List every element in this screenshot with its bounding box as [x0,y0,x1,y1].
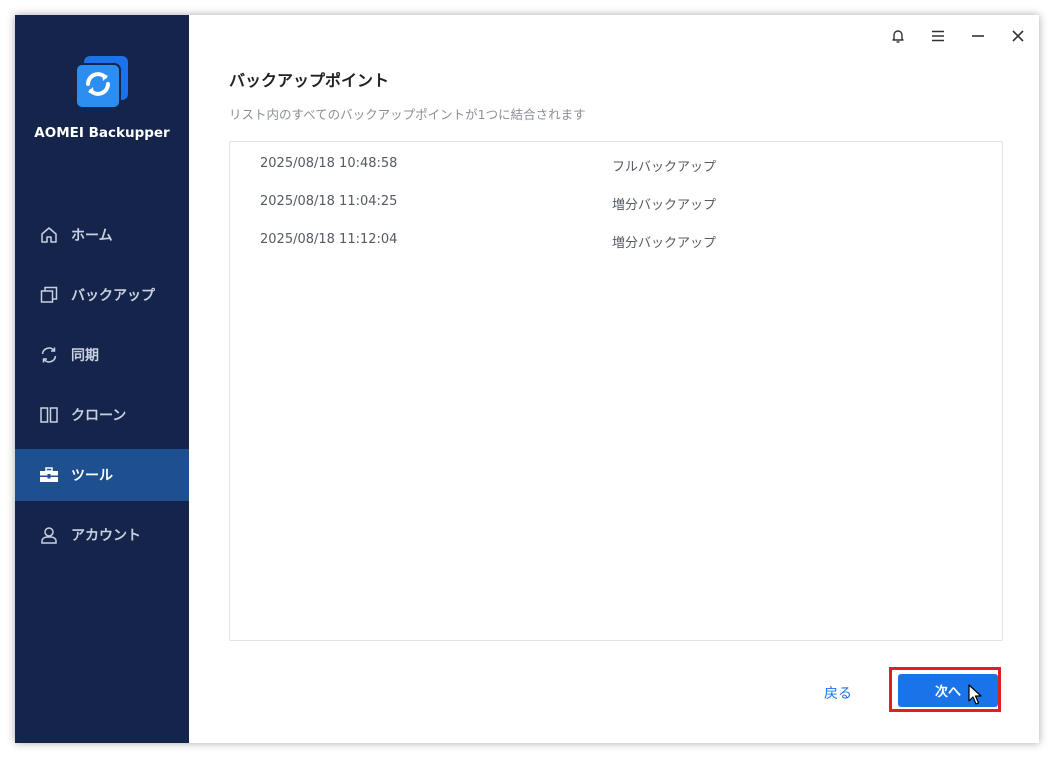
clone-icon [39,405,59,425]
bell-icon[interactable] [887,25,909,47]
app-logo-icon [72,54,132,114]
list-item[interactable]: 2025/08/18 11:04:25 増分バックアップ [230,182,1002,220]
page-title: バックアップポイント [229,71,390,90]
backup-type: 増分バックアップ [612,236,717,251]
sidebar-item-label: ツール [71,468,113,484]
sidebar-item-label: クローン [71,408,127,424]
page-subtitle: リスト内のすべてのバックアップポイントが1つに結合されます [229,107,586,122]
sidebar-item-home[interactable]: ホーム [15,209,189,261]
app-title: AOMEI Backupper [34,125,170,141]
menu-icon[interactable] [927,25,949,47]
backup-date: 2025/08/18 11:12:04 [260,232,398,247]
sidebar-item-sync[interactable]: 同期 [15,329,189,381]
next-button[interactable]: 次へ [898,674,998,707]
backup-date: 2025/08/18 10:48:58 [260,156,398,171]
sidebar-item-label: 同期 [71,348,99,364]
user-icon [39,525,59,545]
app-window: AOMEI Backupper ホーム バックアップ 同期 クローン ツール ア… [15,15,1039,743]
sidebar-item-tools[interactable]: ツール [15,449,189,501]
backup-type: フルバックアップ [612,160,717,175]
sidebar-item-clone[interactable]: クローン [15,389,189,441]
list-item[interactable]: 2025/08/18 10:48:58 フルバックアップ [230,144,1002,182]
sidebar-item-backup[interactable]: バックアップ [15,269,189,321]
backup-type: 増分バックアップ [612,198,717,213]
backup-icon [39,285,59,305]
back-button[interactable]: 戻る [824,683,852,703]
sidebar-item-account[interactable]: アカウント [15,509,189,561]
home-icon [39,225,59,245]
mouse-cursor-icon [968,684,982,706]
list-item[interactable]: 2025/08/18 11:12:04 増分バックアップ [230,220,1002,258]
minimize-icon[interactable] [967,25,989,47]
close-icon[interactable] [1007,25,1029,47]
backup-date: 2025/08/18 11:04:25 [260,194,398,209]
sidebar-item-label: バックアップ [71,288,155,304]
sidebar: AOMEI Backupper ホーム バックアップ 同期 クローン ツール ア… [15,15,189,743]
sidebar-item-label: ホーム [71,228,113,244]
backup-point-list[interactable]: 2025/08/18 10:48:58 フルバックアップ 2025/08/18 … [229,141,1003,641]
sidebar-item-label: アカウント [71,528,141,544]
main-panel: バックアップポイント リスト内のすべてのバックアップポイントが1つに結合されます… [189,15,1039,743]
sync-icon [39,345,59,365]
toolbox-icon [39,465,59,485]
